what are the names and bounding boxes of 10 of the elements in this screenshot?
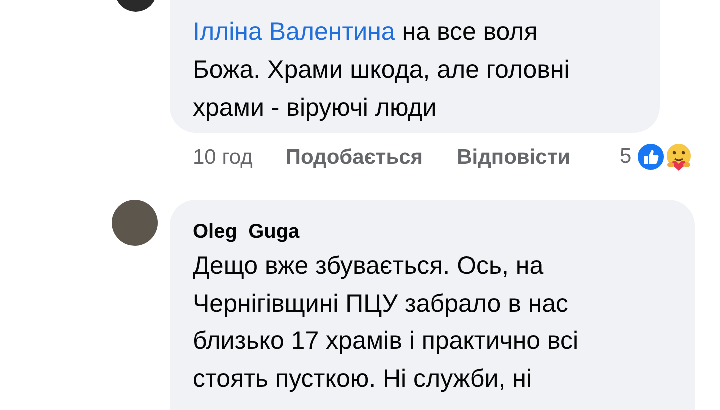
reaction-count: 5 [620, 144, 632, 170]
comment-text: Ілліна Валентина на все воля Божа. Храми шкода, але головні храми - віруючі люди [193, 17, 571, 124]
mention-link[interactable]: Ілліна Валентина [193, 18, 396, 46]
timestamp: 10 год [193, 145, 253, 172]
comment-text: Дещо вже збувається. Ось, на Чернігівщині ПЦУ забрало в нас близько 17 храмів і практично всі стоять пусткою. Ні служби, ні [193, 251, 580, 394]
author-name[interactable]: Oleg Guga [193, 219, 675, 245]
like-link[interactable]: Подобається [286, 142, 424, 174]
reply-link[interactable]: Відповісти [457, 142, 571, 174]
like-reaction-icon [636, 142, 666, 172]
avatar[interactable] [112, 200, 158, 246]
